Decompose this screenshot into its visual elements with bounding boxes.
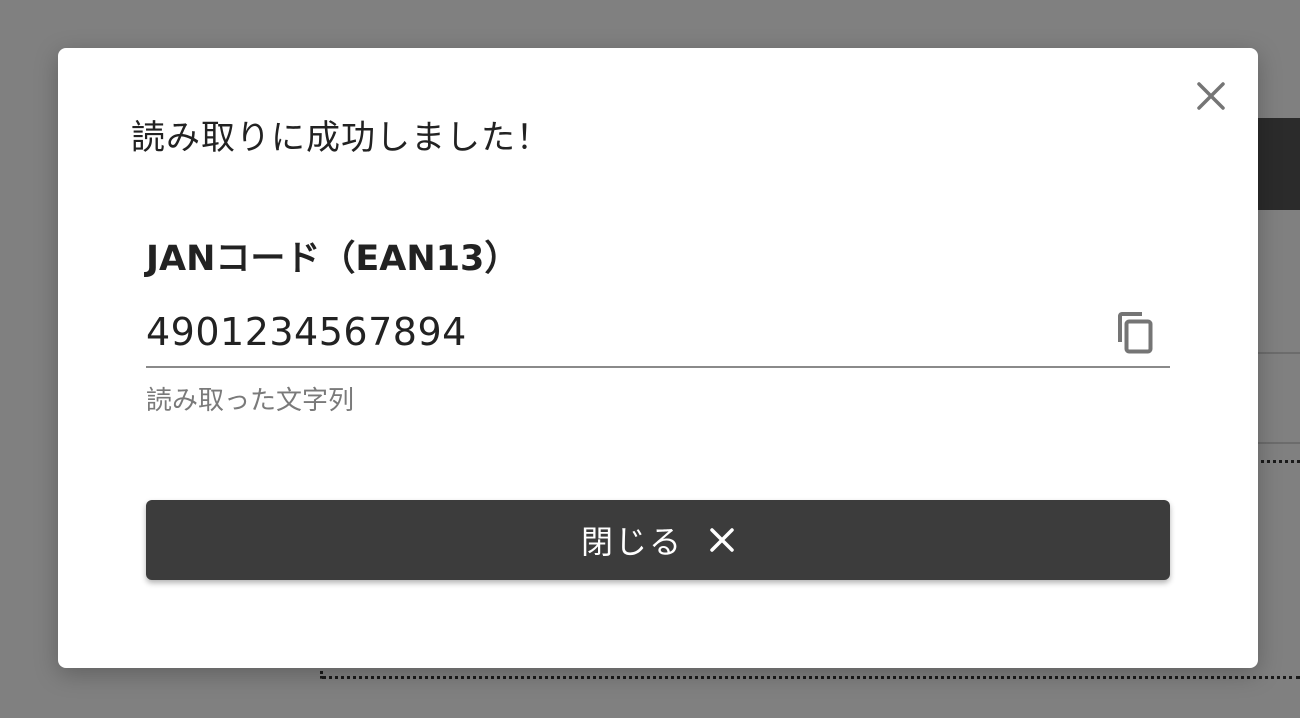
copy-icon <box>1118 312 1153 354</box>
field-helper-text: 読み取った文字列 <box>146 386 355 416</box>
page: 読み取りに成功しました！ JANコード（EAN13） 読み取った文字列 閉じる <box>0 0 1300 718</box>
copy-button[interactable] <box>1112 308 1156 356</box>
background-dotted-border <box>320 671 1300 679</box>
close-icon <box>710 528 734 552</box>
dialog-close-button[interactable] <box>1191 76 1231 116</box>
background-dotted-border <box>1255 460 1300 463</box>
barcode-value-input[interactable] <box>146 306 1086 358</box>
dialog-title: 読み取りに成功しました！ <box>131 118 551 158</box>
close-button-label: 閉じる <box>580 523 683 561</box>
scan-result-dialog: 読み取りに成功しました！ JANコード（EAN13） 読み取った文字列 閉じる <box>58 48 1258 668</box>
field-label: JANコード（EAN13） <box>146 239 520 279</box>
close-button[interactable]: 閉じる <box>146 500 1170 580</box>
barcode-field <box>146 300 1170 368</box>
close-icon <box>1197 82 1225 110</box>
